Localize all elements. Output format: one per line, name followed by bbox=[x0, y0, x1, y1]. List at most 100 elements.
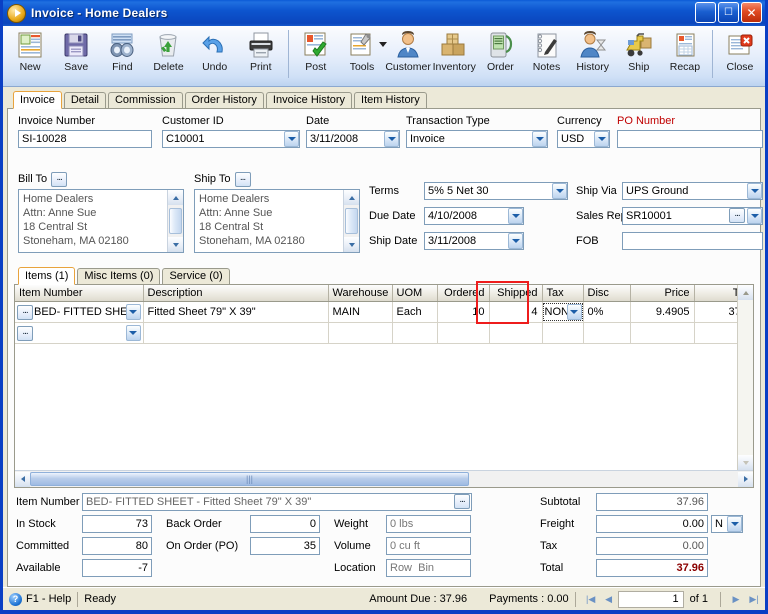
committed-input[interactable] bbox=[82, 537, 152, 555]
record-number-input[interactable] bbox=[617, 590, 684, 608]
ship-date-combo[interactable] bbox=[424, 232, 524, 250]
on-order-input[interactable] bbox=[250, 537, 320, 555]
table-row[interactable]: ... BED- FITTED SHEE Fitted Sheet 79" X … bbox=[15, 301, 737, 323]
chevron-down-icon[interactable] bbox=[532, 131, 547, 147]
scroll-up-icon[interactable] bbox=[738, 285, 753, 300]
cell-total[interactable] bbox=[694, 322, 737, 344]
col-shipped[interactable]: Shipped bbox=[489, 285, 543, 302]
back-order-input[interactable] bbox=[250, 515, 320, 533]
toolbar-button-customer[interactable]: Customer bbox=[385, 28, 431, 73]
transaction-type-combo[interactable] bbox=[406, 130, 548, 148]
toolbar-button-undo[interactable]: Undo bbox=[192, 28, 238, 73]
chevron-down-icon[interactable] bbox=[125, 304, 141, 320]
col-disc[interactable]: Disc bbox=[583, 285, 631, 302]
first-record-button[interactable]: |◀ bbox=[582, 591, 600, 607]
toolbar-button-ship[interactable]: Ship bbox=[616, 28, 662, 73]
toolbar-button-recap[interactable]: Recap bbox=[662, 28, 708, 73]
cell-price[interactable]: 9.4905 bbox=[630, 301, 695, 323]
col-tax[interactable]: Tax bbox=[542, 285, 584, 302]
scroll-down-icon[interactable] bbox=[344, 237, 359, 252]
cell-shipped[interactable] bbox=[489, 322, 543, 344]
toolbar-button-history[interactable]: History bbox=[570, 28, 616, 73]
chevron-down-icon[interactable] bbox=[727, 516, 742, 532]
toolbar-button-find[interactable]: Find bbox=[99, 28, 145, 73]
tab-misc-items[interactable]: Misc Items (0) bbox=[77, 268, 161, 284]
last-record-button[interactable]: ▶| bbox=[745, 591, 763, 607]
weight-input[interactable] bbox=[386, 515, 471, 533]
toolbar-button-close[interactable]: Close bbox=[717, 28, 763, 73]
col-description[interactable]: Description bbox=[143, 285, 329, 302]
toolbar-button-inventory[interactable]: Inventory bbox=[431, 28, 477, 73]
fob-input[interactable] bbox=[622, 232, 763, 250]
grid-vertical-scrollbar[interactable] bbox=[737, 285, 753, 470]
chevron-down-icon[interactable] bbox=[566, 304, 582, 320]
item-number-detail-input[interactable] bbox=[82, 493, 472, 511]
invoice-number-input[interactable] bbox=[18, 130, 152, 148]
freight-input[interactable] bbox=[596, 515, 708, 533]
ship-to-ellipsis-button[interactable]: ... bbox=[234, 171, 251, 187]
ship-to-scrollbar[interactable] bbox=[343, 190, 359, 252]
close-button[interactable]: ✕ bbox=[741, 2, 762, 23]
cell-description[interactable] bbox=[143, 322, 329, 344]
customer-id-combo[interactable] bbox=[162, 130, 300, 148]
cell-tax[interactable]: NON bbox=[542, 301, 584, 323]
scroll-down-icon[interactable] bbox=[168, 237, 183, 252]
cell-shipped[interactable]: 4 bbox=[489, 301, 543, 323]
tab-service[interactable]: Service (0) bbox=[162, 268, 230, 284]
toolbar-button-delete[interactable]: Delete bbox=[145, 28, 191, 73]
cell-ordered[interactable]: 10 bbox=[437, 301, 490, 323]
cell-warehouse[interactable]: MAIN bbox=[328, 301, 393, 323]
col-total[interactable]: Total bbox=[694, 285, 737, 302]
col-price[interactable]: Price bbox=[630, 285, 695, 302]
chevron-down-icon[interactable] bbox=[747, 208, 762, 224]
help-icon[interactable]: ? bbox=[9, 592, 22, 606]
volume-input[interactable] bbox=[386, 537, 471, 555]
toolbar-button-notes[interactable]: Notes bbox=[523, 28, 569, 73]
cell-disc[interactable] bbox=[583, 322, 631, 344]
due-date-combo[interactable] bbox=[424, 207, 524, 225]
cell-warehouse[interactable] bbox=[328, 322, 393, 344]
tab-detail[interactable]: Detail bbox=[63, 92, 106, 108]
bill-to-scrollbar[interactable] bbox=[167, 190, 183, 252]
available-input[interactable] bbox=[82, 559, 152, 577]
toolbar-button-order[interactable]: Order bbox=[477, 28, 523, 73]
chevron-down-icon[interactable] bbox=[508, 208, 523, 224]
chevron-down-icon[interactable] bbox=[284, 131, 299, 147]
row-ellipsis-button[interactable]: ... bbox=[17, 304, 33, 320]
cell-price[interactable] bbox=[630, 322, 695, 344]
in-stock-input[interactable] bbox=[82, 515, 152, 533]
date-combo[interactable] bbox=[306, 130, 400, 148]
chevron-down-icon[interactable] bbox=[594, 131, 609, 147]
scroll-thumb[interactable] bbox=[345, 208, 358, 234]
scroll-up-icon[interactable] bbox=[344, 190, 359, 205]
scroll-up-icon[interactable] bbox=[168, 190, 183, 205]
scroll-thumb[interactable]: ||| bbox=[30, 472, 469, 486]
toolbar-button-new[interactable]: New bbox=[7, 28, 53, 73]
grid-horizontal-scrollbar[interactable]: ||| bbox=[15, 470, 753, 487]
maximize-button[interactable]: ☐ bbox=[718, 2, 739, 23]
location-input[interactable] bbox=[386, 559, 471, 577]
chevron-down-icon[interactable] bbox=[747, 183, 762, 199]
toolbar-button-post[interactable]: Post bbox=[293, 28, 339, 73]
scroll-left-icon[interactable] bbox=[15, 471, 30, 487]
terms-input[interactable] bbox=[424, 182, 568, 200]
tab-invoice[interactable]: Invoice bbox=[13, 91, 62, 109]
tab-items[interactable]: Items (1) bbox=[18, 267, 76, 285]
transaction-type-input[interactable] bbox=[406, 130, 548, 148]
po-number-input[interactable] bbox=[617, 130, 763, 148]
terms-combo[interactable] bbox=[424, 182, 568, 200]
col-item-number[interactable]: Item Number bbox=[15, 285, 144, 302]
tab-invoice-history[interactable]: Invoice History bbox=[265, 92, 353, 108]
cell-tax[interactable] bbox=[542, 322, 584, 344]
cell-description[interactable]: Fitted Sheet 79" X 39" bbox=[143, 301, 329, 323]
bill-to-address[interactable]: Home Dealers Attn: Anne Sue 18 Central S… bbox=[18, 189, 184, 253]
previous-record-button[interactable]: ◀ bbox=[600, 591, 618, 607]
scroll-down-icon[interactable] bbox=[738, 455, 753, 470]
toolbar-button-save[interactable]: Save bbox=[53, 28, 99, 73]
tab-item-history[interactable]: Item History bbox=[354, 92, 427, 108]
ship-to-address[interactable]: Home Dealers Attn: Anne Sue 18 Central S… bbox=[194, 189, 360, 253]
col-ordered[interactable]: Ordered bbox=[437, 285, 490, 302]
sales-rep-ellipsis-button[interactable]: ... bbox=[729, 208, 745, 223]
cell-item-number[interactable]: ... bbox=[15, 322, 144, 344]
ship-via-input[interactable] bbox=[622, 182, 763, 200]
